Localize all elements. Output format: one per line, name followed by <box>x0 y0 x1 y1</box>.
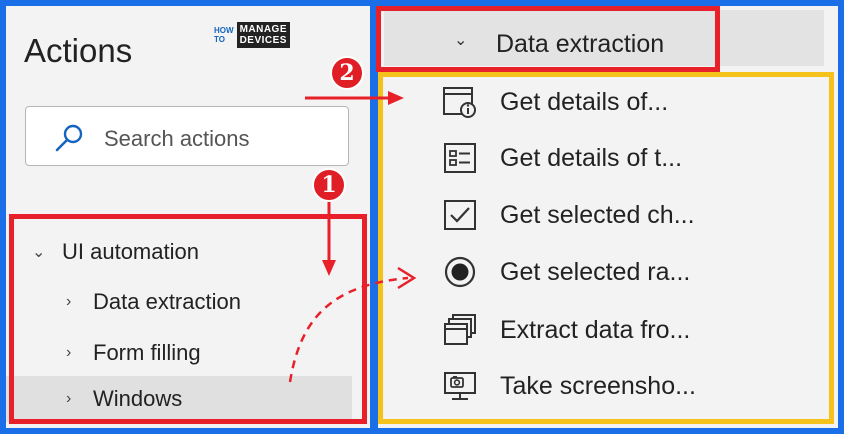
action-label: Get details of t... <box>500 143 683 172</box>
action-label: Extract data fro... <box>500 315 691 344</box>
search-actions-input[interactable]: Search actions <box>25 106 349 166</box>
brand-logo: HOW TO MANAGE DEVICES <box>214 22 291 48</box>
action-label: Get selected ch... <box>500 200 695 229</box>
search-placeholder: Search actions <box>104 126 250 151</box>
logo-devices: DEVICES <box>239 35 287 46</box>
action-label: Take screensho... <box>500 371 696 400</box>
window-info-icon <box>440 84 480 120</box>
highlight-box-header <box>376 6 720 72</box>
details-list-icon <box>440 140 480 176</box>
action-extract-data[interactable]: Extract data fro... <box>440 310 690 350</box>
action-take-screenshot[interactable]: Take screensho... <box>440 366 696 406</box>
screenshot-icon <box>440 368 480 404</box>
highlight-box-ui-automation <box>9 214 367 424</box>
step-badge-2: 2 <box>330 56 364 90</box>
action-get-selected-radio[interactable]: Get selected ra... <box>440 252 690 292</box>
logo-to: TO <box>214 35 225 44</box>
logo-box: MANAGE DEVICES <box>236 22 291 48</box>
action-get-details-window[interactable]: Get details of... <box>440 82 668 122</box>
stacked-windows-icon <box>440 312 480 348</box>
action-get-details-ui-element[interactable]: Get details of t... <box>440 138 682 178</box>
logo-how: HOW <box>214 26 234 35</box>
action-get-selected-checkbox[interactable]: Get selected ch... <box>440 195 695 235</box>
step-badge-1: 1 <box>312 168 346 202</box>
search-icon <box>55 124 83 152</box>
checkbox-icon <box>440 197 480 233</box>
logo-manage: MANAGE <box>239 24 288 35</box>
action-label: Get selected ra... <box>500 257 691 286</box>
logo-how-to: HOW TO <box>214 26 234 44</box>
radio-button-icon <box>440 254 480 290</box>
action-label: Get details of... <box>500 87 669 116</box>
page-title: Actions <box>24 32 133 69</box>
